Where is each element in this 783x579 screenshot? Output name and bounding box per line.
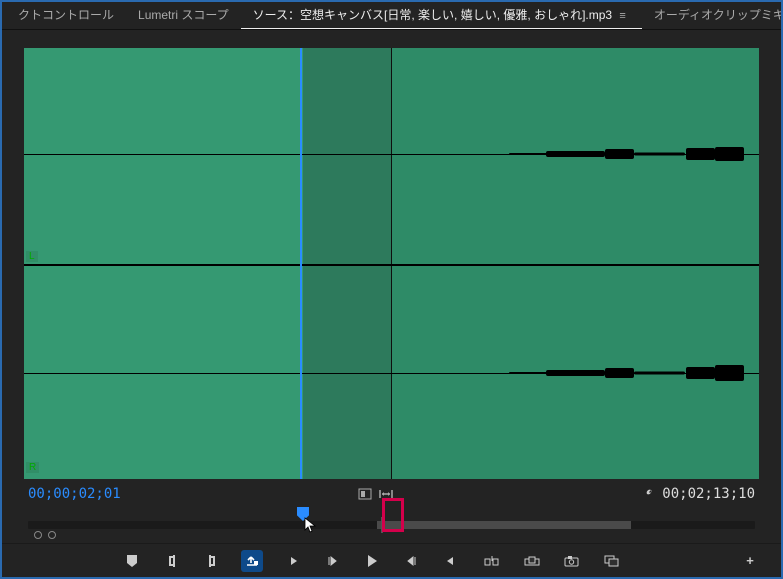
zoom-slider[interactable] (34, 531, 56, 539)
select-zoom-icon[interactable] (358, 488, 372, 500)
wave-peak (546, 151, 605, 157)
wave-peak (715, 147, 744, 161)
tab-lumetri-scopes[interactable]: Lumetri スコープ (126, 2, 241, 30)
wave-peak (634, 152, 685, 155)
step-forward-button[interactable] (401, 550, 423, 572)
overwrite-clip-button[interactable] (521, 550, 543, 572)
tab-audio-clip-mixer[interactable]: オーディオクリップミキサー (642, 2, 781, 30)
in-point-marker[interactable] (297, 507, 309, 521)
wave-peak (546, 370, 605, 376)
overlay-settings-button[interactable] (601, 550, 623, 572)
tab-effect-controls[interactable]: クトコントロール (6, 2, 126, 30)
add-marker-button[interactable] (121, 550, 143, 572)
tab-menu-icon[interactable]: ≡ (615, 10, 629, 22)
wave-peak (715, 365, 744, 381)
channel-mini-l: L (26, 251, 38, 262)
playhead[interactable] (300, 48, 302, 479)
wave-peak (686, 148, 715, 160)
play-button[interactable] (361, 550, 383, 572)
wave-peak (686, 367, 715, 379)
timecode-current[interactable]: 00;00;02;01 (28, 486, 121, 502)
scrub-viewport[interactable] (377, 521, 631, 529)
settings-wrench-icon[interactable] (640, 487, 654, 501)
scrub-track[interactable] (28, 521, 755, 529)
wave-peak (634, 372, 685, 375)
tab-bar: クトコントロール Lumetri スコープ ソース：空想キャンバス[日常, 楽し… (2, 2, 781, 30)
channel-divider (24, 264, 759, 266)
out-bracket-icon[interactable] (381, 517, 383, 533)
mark-in-button[interactable] (161, 550, 183, 572)
timecode-row: 00;00;02;01 00;02;13;10 (2, 481, 781, 507)
mark-out-button[interactable] (201, 550, 223, 572)
zoom-handle-left[interactable] (34, 531, 42, 539)
wave-peak (605, 368, 634, 378)
insert-clip-button[interactable] (481, 550, 503, 572)
zoom-handle-right[interactable] (48, 531, 56, 539)
button-editor-add[interactable]: + (739, 550, 761, 572)
go-to-out-button[interactable] (441, 550, 463, 572)
waveform-display[interactable]: L L R R (24, 48, 759, 479)
export-frame-button[interactable] (561, 550, 583, 572)
insert-button[interactable] (241, 550, 263, 572)
tab-source[interactable]: ソース：空想キャンバス[日常, 楽しい, 嬉しい, 優雅, おしゃれ].mp3 … (241, 2, 642, 30)
wave-peak (605, 149, 634, 159)
go-to-in-button[interactable] (281, 550, 303, 572)
timecode-duration: 00;02;13;10 (662, 486, 755, 502)
inout-span-icon[interactable] (378, 488, 394, 500)
step-back-button[interactable] (321, 550, 343, 572)
tab-source-label: ソース：空想キャンバス[日常, 楽しい, 嬉しい, 優雅, おしゃれ].mp3 (253, 8, 612, 22)
scrub-row (2, 507, 781, 543)
transport-toolbar: + (2, 543, 781, 577)
source-monitor-panel: クトコントロール Lumetri スコープ ソース：空想キャンバス[日常, 楽し… (0, 0, 783, 579)
channel-mini-r: R (26, 462, 39, 473)
